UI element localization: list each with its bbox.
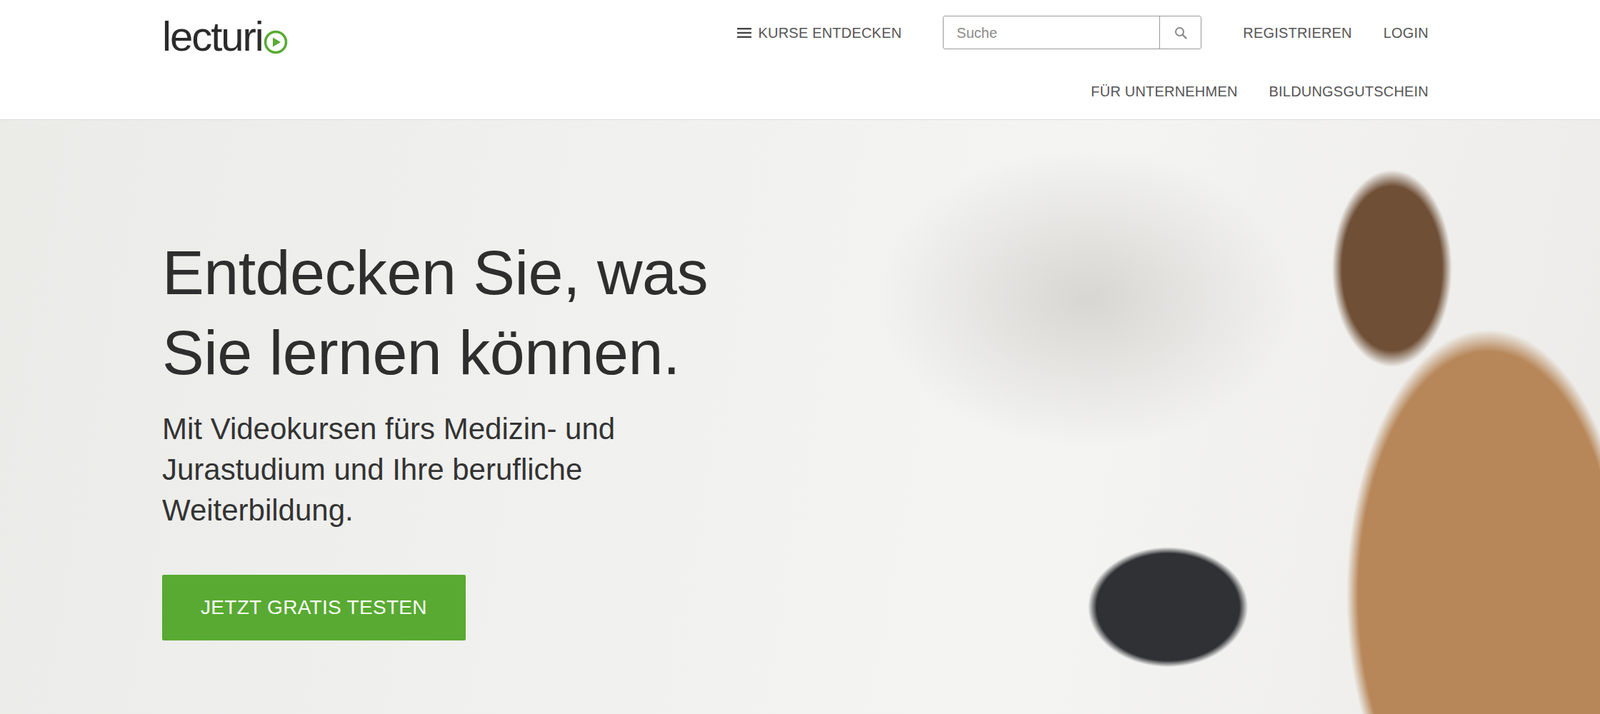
logo[interactable]: lecturi <box>162 15 288 58</box>
auth-links: REGISTRIEREN LOGIN <box>1242 22 1429 44</box>
hamburger-menu-icon <box>737 27 752 39</box>
search-box <box>942 15 1202 50</box>
business-link[interactable]: FÜR UNTERNEHMEN <box>1090 80 1238 103</box>
search-button[interactable] <box>1159 16 1201 49</box>
hero-subtitle: Mit Videokursen fürs Medizin- und Jurast… <box>162 408 691 531</box>
register-link[interactable]: REGISTRIEREN <box>1242 22 1352 44</box>
courses-menu-label[interactable]: KURSE ENTDECKEN <box>758 22 903 44</box>
site-header: lecturi KURSE ENTDECKEN REGISTRIEREN LOGIN… <box>0 0 1600 120</box>
courses-menu-link[interactable]: KURSE ENTDECKEN <box>737 22 903 44</box>
hero: Entdecken Sie, was Sie lernen können. Mit… <box>0 120 1600 714</box>
play-circle-icon <box>263 30 288 55</box>
magnifier-icon <box>1174 26 1188 40</box>
logo-text[interactable]: lecturi <box>162 15 263 58</box>
voucher-link[interactable]: BILDUNGSGUTSCHEIN <box>1269 80 1429 103</box>
search-input[interactable] <box>943 16 1160 49</box>
free-trial-button[interactable]: JETZT GRATIS TESTEN <box>162 575 466 641</box>
login-link[interactable]: LOGIN <box>1383 22 1429 44</box>
hero-title: Entdecken Sie, was Sie lernen können. <box>162 232 791 393</box>
